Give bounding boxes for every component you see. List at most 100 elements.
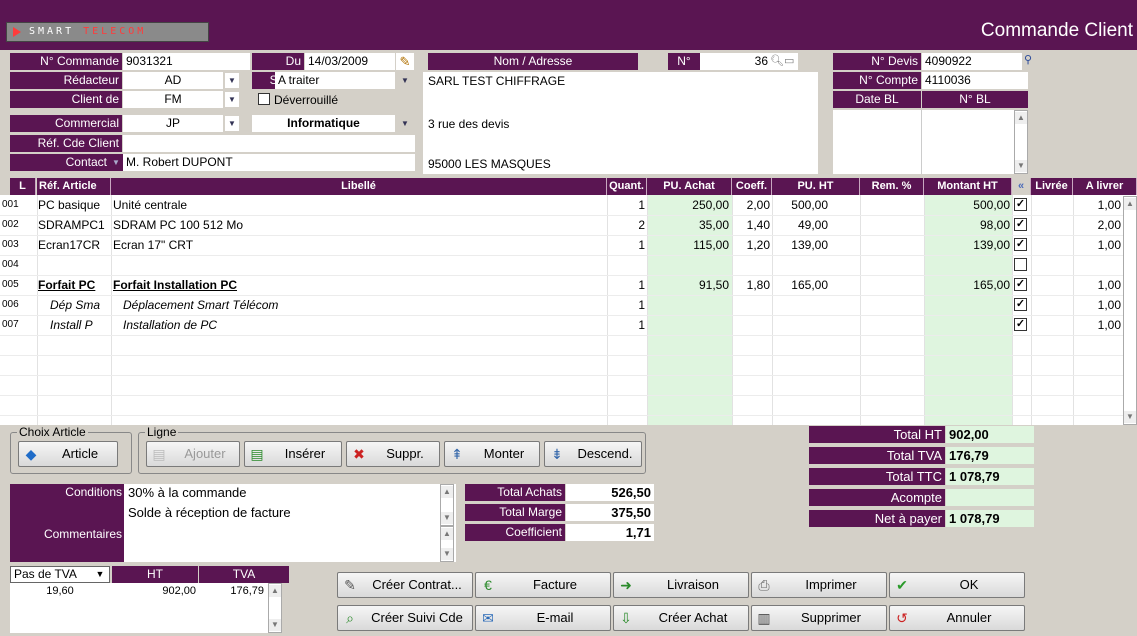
cell-pua[interactable] <box>647 255 729 275</box>
cell-ref[interactable]: Dép Sma <box>38 295 110 315</box>
livree-checkbox[interactable]: ✓ <box>1014 278 1027 291</box>
livree-checkbox[interactable]: ✓ <box>1014 298 1027 311</box>
cell-ref[interactable]: Install P <box>38 315 110 335</box>
cell-al[interactable]: 1,00 <box>1073 295 1121 315</box>
search-icon[interactable]: ⚲ <box>1024 53 1038 70</box>
bl-scrollbar[interactable]: ▲ ▼ <box>1014 110 1028 174</box>
col-header-ref[interactable]: Réf. Article <box>37 178 111 195</box>
col-header-l[interactable]: L <box>10 178 36 195</box>
cell-rem[interactable] <box>860 255 922 275</box>
cell-l[interactable]: 001 <box>0 195 36 215</box>
du-date-field[interactable]: 14/03/2009 <box>305 53 395 70</box>
cell-puht[interactable] <box>772 295 828 315</box>
article-button[interactable]: ◆ Article <box>18 441 118 467</box>
cell-puht[interactable] <box>772 255 828 275</box>
col-header-quant[interactable]: Quant. <box>607 178 647 195</box>
chevron-down-icon[interactable]: ▼ <box>225 116 239 131</box>
col-header-libelle[interactable]: Libellé <box>111 178 607 195</box>
cell-puht[interactable] <box>772 315 828 335</box>
cell-rem[interactable] <box>860 235 922 255</box>
creer-contrat-button[interactable]: ✎ Créer Contrat... <box>337 572 473 598</box>
chevron-down-icon[interactable]: ▼ <box>109 154 123 171</box>
cell-puht[interactable]: 500,00 <box>772 195 828 215</box>
livraison-button[interactable]: ➜ Livraison <box>613 572 749 598</box>
deverrouille-checkbox[interactable] <box>258 93 270 105</box>
ok-button[interactable]: ✔ OK <box>889 572 1025 598</box>
statut-field[interactable]: A traiter <box>275 72 395 89</box>
cell-mont[interactable] <box>924 255 1010 275</box>
cell-lib[interactable]: Unité centrale <box>113 195 603 215</box>
cell-ref[interactable]: Forfait PC <box>38 275 110 295</box>
cell-mont[interactable] <box>924 295 1010 315</box>
cell-al[interactable]: 1,00 <box>1073 315 1121 335</box>
bl-list[interactable] <box>833 110 1028 174</box>
cell-pua[interactable] <box>647 315 729 335</box>
cell-pua[interactable] <box>647 295 729 315</box>
livree-checkbox[interactable] <box>1014 258 1027 271</box>
cell-coef[interactable] <box>732 255 770 275</box>
client-de-field[interactable]: FM <box>123 91 223 108</box>
livree-checkbox[interactable]: ✓ <box>1014 318 1027 331</box>
cell-lib[interactable] <box>113 255 603 275</box>
chevron-down-icon[interactable]: ▼ <box>225 92 239 107</box>
col-header-pu-achat[interactable]: PU. Achat <box>647 178 732 195</box>
ajouter-button[interactable]: ▤ Ajouter <box>146 441 240 467</box>
cell-ref[interactable]: SDRAMPC1 <box>38 215 110 235</box>
chevron-down-icon[interactable]: ▼ <box>398 73 412 88</box>
inserer-button[interactable]: ▤ Insérer <box>244 441 342 467</box>
num-commande-field[interactable]: 9031321 <box>123 53 250 70</box>
cell-lib[interactable]: Forfait Installation PC <box>113 275 603 295</box>
cell-mont[interactable]: 139,00 <box>924 235 1010 255</box>
cell-al[interactable] <box>1073 255 1121 275</box>
chevron-down-icon[interactable]: ▼ <box>92 567 108 582</box>
cell-coef[interactable] <box>732 295 770 315</box>
commentaires-scrollbar[interactable]: ▲ ▼ <box>440 526 454 562</box>
col-header-livree[interactable]: Livrée <box>1031 178 1073 195</box>
cell-coef[interactable] <box>732 315 770 335</box>
cell-liv[interactable] <box>1031 315 1071 335</box>
livree-checkbox[interactable]: ✓ <box>1014 238 1027 251</box>
categorie-field[interactable]: Informatique <box>252 115 395 132</box>
cell-lib[interactable]: Ecran 17" CRT <box>113 235 603 255</box>
cell-ref[interactable]: PC basique <box>38 195 110 215</box>
cell-ref[interactable]: Ecran17CR <box>38 235 110 255</box>
col-header-pu-ht[interactable]: PU. HT <box>772 178 860 195</box>
redacteur-field[interactable]: AD <box>123 72 223 89</box>
imprimer-button[interactable]: ⎙ Imprimer <box>751 572 887 598</box>
contact-field[interactable]: M. Robert DUPONT <box>123 154 415 171</box>
col-header-rem[interactable]: Rem. % <box>860 178 924 195</box>
cell-lib[interactable]: Déplacement Smart Télécom <box>113 295 603 315</box>
cell-q[interactable]: 1 <box>607 315 645 335</box>
cell-q[interactable] <box>607 255 645 275</box>
cell-pua[interactable]: 91,50 <box>647 275 729 295</box>
cell-rem[interactable] <box>860 275 922 295</box>
cell-l[interactable]: 006 <box>0 295 36 315</box>
cell-lib[interactable]: Installation de PC <box>113 315 603 335</box>
cell-ref[interactable] <box>38 255 110 275</box>
cell-l[interactable]: 004 <box>0 255 36 275</box>
suppr-button[interactable]: ✖ Suppr. <box>346 441 440 467</box>
cell-puht[interactable]: 139,00 <box>772 235 828 255</box>
cell-liv[interactable] <box>1031 195 1071 215</box>
col-header-a-livrer[interactable]: A livrer <box>1073 178 1137 195</box>
cell-al[interactable]: 1,00 <box>1073 275 1121 295</box>
cell-rem[interactable] <box>860 295 922 315</box>
annuler-button[interactable]: ↺ Annuler <box>889 605 1025 631</box>
conditions-scrollbar[interactable]: ▲ ▼ <box>440 484 454 526</box>
cell-coef[interactable]: 2,00 <box>732 195 770 215</box>
cell-liv[interactable] <box>1031 215 1071 235</box>
col-header-montant-ht[interactable]: Montant HT <box>924 178 1012 195</box>
cell-coef[interactable]: 1,20 <box>732 235 770 255</box>
cell-mont[interactable]: 98,00 <box>924 215 1010 235</box>
acompte-value[interactable] <box>946 489 1034 506</box>
descend-button[interactable]: ⇟ Descend. <box>544 441 642 467</box>
cell-q[interactable]: 1 <box>607 275 645 295</box>
cell-al[interactable]: 2,00 <box>1073 215 1121 235</box>
chevron-down-icon[interactable]: ▼ <box>225 73 239 88</box>
creer-suivi-cde-button[interactable]: ⌕ Créer Suivi Cde <box>337 605 473 631</box>
cell-rem[interactable] <box>860 315 922 335</box>
search-icon[interactable]: 🔍︎▭ <box>770 53 798 70</box>
cell-puht[interactable]: 49,00 <box>772 215 828 235</box>
collapse-icon[interactable]: « <box>1012 178 1031 195</box>
compte-field[interactable]: 4110036 <box>922 72 1028 89</box>
